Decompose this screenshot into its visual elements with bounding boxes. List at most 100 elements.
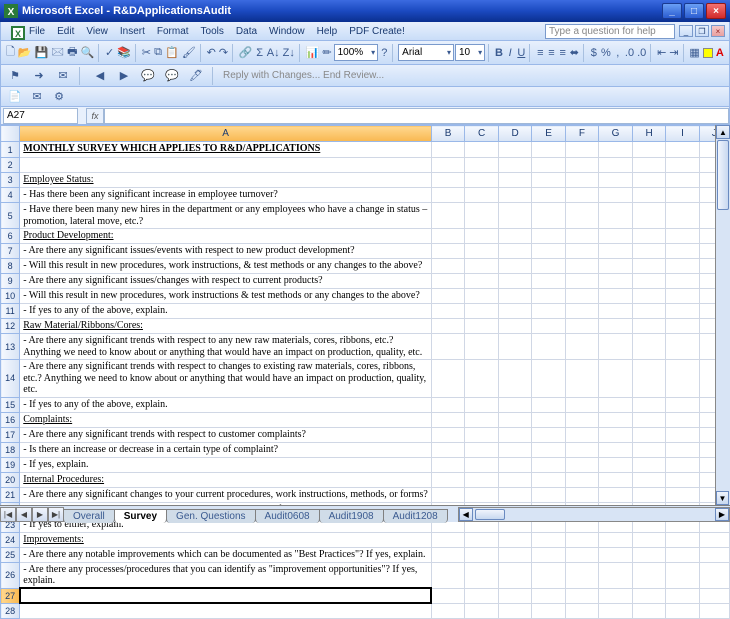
cell-E6[interactable] (532, 229, 565, 244)
formula-input[interactable] (104, 108, 729, 124)
cell-H5[interactable] (632, 203, 666, 229)
open-icon[interactable]: 📂 (17, 43, 33, 63)
row-header-4[interactable]: 4 (1, 188, 20, 203)
cell-B19[interactable] (431, 457, 464, 472)
cell-A9[interactable]: - Are there any significant issues/chang… (20, 274, 432, 289)
copy-icon[interactable]: ⧉ (153, 43, 163, 63)
col-header-E[interactable]: E (532, 126, 565, 142)
cell-I11[interactable] (666, 304, 699, 319)
cell-H1[interactable] (632, 142, 666, 158)
cell-G24[interactable] (599, 532, 633, 547)
format-painter-icon[interactable]: 🖌 (181, 43, 197, 63)
cell-E1[interactable] (532, 142, 565, 158)
row-header-19[interactable]: 19 (1, 457, 20, 472)
cell-F4[interactable] (565, 188, 598, 203)
show-comment-icon[interactable]: 💬 (138, 66, 158, 86)
cell-A5[interactable]: - Have there been many new hires in the … (20, 203, 432, 229)
menu-tools[interactable]: Tools (195, 24, 230, 39)
cell-G1[interactable] (599, 142, 633, 158)
cell-A12[interactable]: Raw Material/Ribbons/Cores: (20, 319, 432, 334)
cell-H21[interactable] (632, 487, 666, 502)
cell-D7[interactable] (498, 244, 532, 259)
cell-F17[interactable] (565, 427, 598, 442)
cell-B16[interactable] (431, 412, 464, 427)
sheet-tab-audit0608[interactable]: Audit0608 (255, 509, 320, 523)
menu-edit[interactable]: Edit (51, 24, 80, 39)
row-header-1[interactable]: 1 (1, 142, 20, 158)
cell-F16[interactable] (565, 412, 598, 427)
cell-C1[interactable] (465, 142, 499, 158)
next-comment-icon[interactable]: ▶ (114, 66, 134, 86)
row-header-13[interactable]: 13 (1, 334, 20, 360)
cell-G25[interactable] (599, 547, 633, 562)
font-name-select[interactable]: Arial (398, 44, 454, 61)
cell-A3[interactable]: Employee Status: (20, 173, 432, 188)
cell-I26[interactable] (666, 562, 699, 588)
cell-H9[interactable] (632, 274, 666, 289)
horizontal-scrollbar[interactable]: ◀ ▶ (458, 507, 730, 522)
cell-C10[interactable] (465, 289, 499, 304)
cell-B28[interactable] (431, 603, 464, 618)
cell-D17[interactable] (498, 427, 532, 442)
col-header-I[interactable]: I (666, 126, 699, 142)
cell-A1[interactable]: MONTHLY SURVEY WHICH APPLIES TO R&D/APPL… (20, 142, 432, 158)
cell-D20[interactable] (498, 472, 532, 487)
cell-I8[interactable] (666, 259, 699, 274)
borders-icon[interactable]: ▦ (688, 43, 700, 63)
cell-G19[interactable] (599, 457, 633, 472)
cell-G4[interactable] (599, 188, 633, 203)
cell-J26[interactable] (699, 562, 729, 588)
cell-J25[interactable] (699, 547, 729, 562)
new-icon[interactable]: 🗋 (5, 43, 16, 63)
cell-D12[interactable] (498, 319, 532, 334)
cell-I25[interactable] (666, 547, 699, 562)
cell-J27[interactable] (699, 588, 729, 603)
scroll-right-arrow[interactable]: ▶ (715, 508, 729, 521)
help-icon[interactable]: ? (379, 43, 389, 63)
cell-A25[interactable]: - Are there any notable improvements whi… (20, 547, 432, 562)
cell-C3[interactable] (465, 173, 499, 188)
align-center-icon[interactable]: ≡ (546, 43, 556, 63)
spell-icon[interactable]: ✓ (104, 43, 115, 63)
cell-F26[interactable] (565, 562, 598, 588)
cell-C18[interactable] (465, 442, 499, 457)
cell-H11[interactable] (632, 304, 666, 319)
font-size-select[interactable]: 10 (455, 44, 485, 61)
paste-icon[interactable]: 📋 (164, 43, 180, 63)
cell-A15[interactable]: - If yes to any of the above, explain. (20, 397, 432, 412)
cell-A8[interactable]: - Will this result in new procedures, wo… (20, 259, 432, 274)
cell-H19[interactable] (632, 457, 666, 472)
cell-E28[interactable] (532, 603, 565, 618)
hyperlink-icon[interactable]: 🔗 (238, 43, 254, 63)
cell-E10[interactable] (532, 289, 565, 304)
help-search-input[interactable]: Type a question for help (545, 24, 675, 39)
cell-E12[interactable] (532, 319, 565, 334)
row-header-12[interactable]: 12 (1, 319, 20, 334)
cell-I17[interactable] (666, 427, 699, 442)
cell-I18[interactable] (666, 442, 699, 457)
sheet-tab-audit1208[interactable]: Audit1208 (383, 509, 448, 523)
sort-asc-icon[interactable]: A↓ (266, 43, 281, 63)
close-button[interactable]: × (706, 3, 726, 19)
cell-I4[interactable] (666, 188, 699, 203)
cell-C2[interactable] (465, 158, 499, 173)
vertical-scrollbar[interactable]: ▲ ▼ (715, 125, 730, 505)
cell-I13[interactable] (666, 334, 699, 360)
inc-decimal-icon[interactable]: .0 (624, 43, 635, 63)
cell-I6[interactable] (666, 229, 699, 244)
cell-H6[interactable] (632, 229, 666, 244)
redo-icon[interactable]: ↷ (218, 43, 229, 63)
cell-H20[interactable] (632, 472, 666, 487)
row-header-6[interactable]: 6 (1, 229, 20, 244)
cell-A27[interactable] (20, 588, 432, 603)
menu-view[interactable]: View (80, 24, 114, 39)
cell-G2[interactable] (599, 158, 633, 173)
sheet-tab-overall[interactable]: Overall (63, 509, 115, 523)
chart-icon[interactable]: 📊 (305, 43, 321, 63)
col-header-A[interactable]: A (20, 126, 432, 142)
cell-F10[interactable] (565, 289, 598, 304)
cell-B11[interactable] (431, 304, 464, 319)
cell-A20[interactable]: Internal Procedures: (20, 472, 432, 487)
permission-icon[interactable]: 🖂 (50, 43, 65, 63)
cut-icon[interactable]: ✂ (141, 43, 152, 63)
